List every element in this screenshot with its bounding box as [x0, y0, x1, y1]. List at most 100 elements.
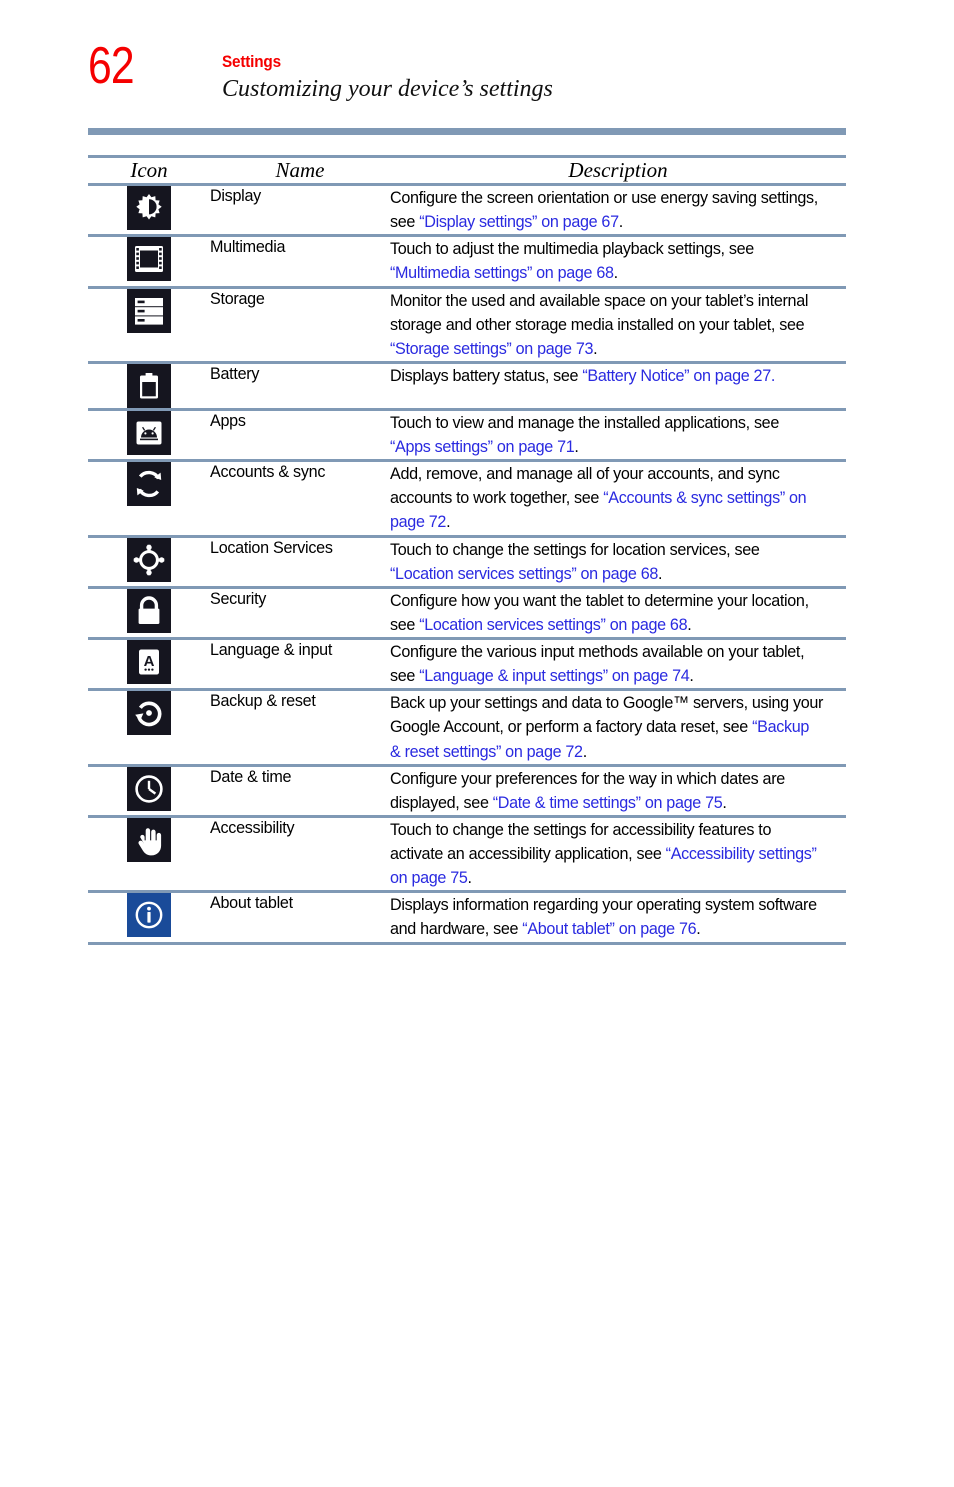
column-header-description: Description	[390, 155, 846, 186]
settings-icon-cell	[88, 587, 210, 638]
settings-description-text: Touch to change the settings for locatio…	[390, 538, 823, 586]
settings-name-cell: Storage	[210, 287, 390, 362]
multimedia-filmstrip-icon	[127, 237, 171, 282]
settings-name-label: Storage	[210, 288, 265, 308]
table-row: Backup & reset Back up your settings and …	[88, 690, 846, 766]
header-divider-rule	[88, 128, 846, 135]
settings-description-cell: Monitor the used and available space on …	[390, 287, 846, 362]
description-trailing-text: .	[467, 868, 473, 888]
settings-icon-cell: A	[88, 639, 210, 690]
chapter-title: Settings	[222, 52, 281, 71]
settings-icon-cell	[88, 765, 210, 816]
cross-reference-link[interactable]: “Location services settings” on page 68	[390, 564, 658, 583]
settings-name-label: Location Services	[210, 537, 333, 557]
description-trailing-text: .	[689, 666, 694, 686]
settings-name-cell: Location Services	[210, 536, 390, 587]
description-lead-text: Monitor the used and available space on …	[390, 290, 809, 334]
settings-icon-cell	[88, 287, 210, 362]
settings-description-cell: Touch to change the settings for accessi…	[390, 816, 846, 891]
cross-reference-link[interactable]: “Multimedia settings” on page 68	[390, 263, 614, 282]
description-trailing-text: .	[593, 338, 598, 358]
settings-name-cell: Accounts & sync	[210, 461, 390, 536]
cross-reference-link[interactable]: “Storage settings” on page 73	[390, 339, 593, 358]
settings-name-label: Display	[210, 186, 261, 205]
column-header-name: Name	[210, 155, 390, 186]
date-time-clock-icon	[127, 766, 171, 811]
settings-description-text: Touch to view and manage the installed a…	[390, 411, 823, 459]
cross-reference-link[interactable]: “Apps settings” on page 71	[390, 437, 575, 456]
table-row: Accessibility Touch to change the setting…	[88, 816, 846, 892]
table-row: Location Services Touch to change the set…	[88, 536, 846, 588]
settings-name-label: Security	[210, 588, 267, 608]
description-trailing-text: .	[658, 563, 663, 583]
settings-description-text: Displays battery status, see “Battery No…	[390, 364, 823, 388]
settings-icon-cell	[88, 185, 210, 236]
display-brightness-icon	[127, 186, 171, 230]
settings-name-label: Accessibility	[210, 817, 295, 837]
settings-description-cell: Back up your settings and data to Google…	[390, 690, 846, 765]
about-info-icon	[127, 893, 171, 938]
settings-name-cell: Multimedia	[210, 236, 390, 287]
page-number: 62	[88, 37, 135, 95]
storage-drives-icon	[127, 288, 171, 333]
settings-name-cell: Accessibility	[210, 816, 390, 891]
settings-description-cell: Configure the various input methods avai…	[390, 639, 846, 690]
settings-icon-cell	[88, 362, 210, 409]
description-trailing-text: .	[446, 512, 451, 532]
battery-icon	[127, 363, 171, 408]
settings-description-text: Monitor the used and available space on …	[390, 289, 823, 361]
settings-name-cell: Date & time	[210, 765, 390, 816]
description-trailing-text: .	[722, 792, 727, 812]
table-row: Display Configure the screen orientation …	[88, 185, 846, 236]
cross-reference-link[interactable]: “Location services settings” on page 68	[419, 615, 687, 634]
settings-description-text: Back up your settings and data to Google…	[390, 691, 823, 763]
settings-description-cell: Displays information regarding your oper…	[390, 892, 846, 943]
settings-name-cell: About tablet	[210, 892, 390, 943]
settings-icon-cell	[88, 892, 210, 943]
cross-reference-link[interactable]: “Battery Notice” on page 27.	[582, 366, 775, 385]
description-trailing-text: .	[687, 614, 692, 634]
settings-description-cell: Touch to adjust the multimedia playback …	[390, 236, 846, 287]
description-trailing-text: .	[613, 263, 619, 283]
cross-reference-link[interactable]: “About tablet” on page 76	[522, 919, 696, 938]
settings-name-label: Battery	[210, 363, 260, 383]
page-header: 62 Settings Customizing your device’s se…	[0, 0, 954, 135]
cross-reference-link[interactable]: “Language & input settings” on page 74	[419, 666, 690, 685]
settings-description-cell: Configure your preferences for the way i…	[390, 765, 846, 816]
settings-name-cell: Display	[210, 185, 390, 236]
security-lock-icon	[127, 588, 171, 633]
language-input-icon: A	[127, 640, 171, 684]
settings-description-text: Configure the screen orientation or use …	[390, 186, 823, 234]
settings-description-cell: Add, remove, and manage all of your acco…	[390, 461, 846, 536]
accessibility-hand-icon	[127, 817, 171, 862]
settings-name-label: Accounts & sync	[210, 462, 326, 482]
table-row: Date & time Configure your preferences fo…	[88, 765, 846, 817]
table-row: Multimedia Touch to adjust the multimedia…	[88, 236, 846, 287]
description-trailing-text: .	[618, 212, 624, 232]
settings-description-cell: Displays battery status, see “Battery No…	[390, 362, 846, 409]
section-title: Customizing your device’s settings	[222, 76, 553, 102]
backup-reset-icon	[127, 691, 171, 736]
settings-name-label: Apps	[210, 410, 246, 430]
table-header-row: Icon Name Description	[88, 155, 846, 186]
cross-reference-link[interactable]: “Display settings” on page 67	[419, 212, 619, 231]
settings-description-text: Touch to change the settings for accessi…	[390, 818, 823, 890]
settings-name-cell: Language & input	[210, 639, 390, 690]
settings-name-label: Date & time	[210, 766, 292, 786]
settings-icon-cell	[88, 536, 210, 587]
settings-name-cell: Security	[210, 587, 390, 638]
svg-text:A: A	[144, 653, 155, 670]
table-row: Battery Displays battery status, see “Bat…	[88, 362, 846, 410]
cross-reference-link[interactable]: “Date & time settings” on page 75	[493, 793, 723, 812]
description-trailing-text: .	[696, 919, 701, 939]
table-row: A Language & input Configure the various …	[88, 639, 846, 690]
settings-icon-cell	[88, 816, 210, 891]
settings-icon-cell	[88, 690, 210, 765]
settings-name-cell: Battery	[210, 362, 390, 409]
settings-name-label: Multimedia	[210, 237, 286, 257]
settings-table: Icon Name Description Display Configure t…	[88, 155, 846, 945]
settings-description-cell: Configure how you want the tablet to det…	[390, 587, 846, 638]
settings-description-text: Add, remove, and manage all of your acco…	[390, 462, 823, 534]
table-row: Storage Monitor the used and available sp…	[88, 287, 846, 363]
running-head: Settings Customizing your device’s setti…	[222, 52, 553, 103]
